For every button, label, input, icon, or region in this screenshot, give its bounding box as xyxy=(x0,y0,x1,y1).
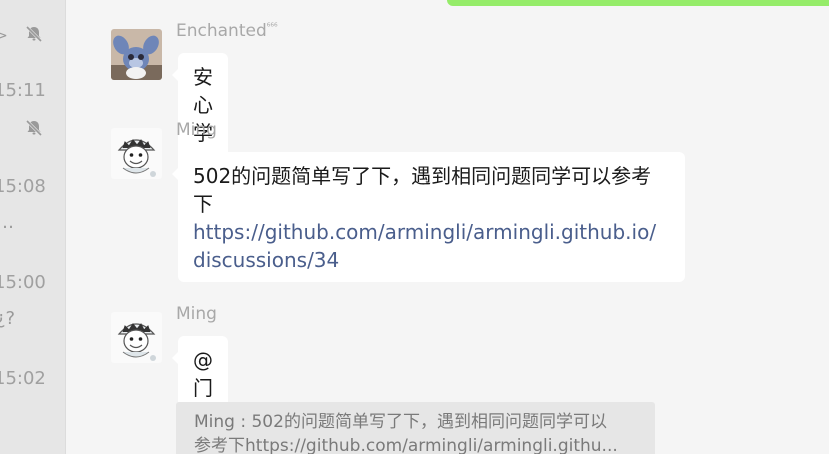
quote-text: Ming : 502的问题简单写了下，遇到相同问题同学可以 xyxy=(194,412,607,432)
chevron-icon: > xyxy=(0,28,8,44)
message-link[interactable]: discussions/34 xyxy=(193,246,670,274)
avatar[interactable] xyxy=(111,29,162,80)
message-area[interactable]: Enchanted⁶⁶⁶ 安心学习 Ming xyxy=(66,0,829,454)
sender-name: Enchanted⁶⁶⁶ xyxy=(176,21,278,41)
message-bubble[interactable]: 502的问题简单写了下，遇到相同问题同学可以参考 下 https://githu… xyxy=(172,152,685,282)
conversation-time: 15:00 xyxy=(0,272,46,293)
cartoon-boy-avatar-icon xyxy=(111,128,162,179)
message-link[interactable]: https://github.com/armingli/armingli.git… xyxy=(193,218,670,246)
conversation-time: 15:02 xyxy=(0,368,46,389)
conversation-list[interactable]: > 15:11 15:08 … 15:00 ¿? 15:02 xyxy=(0,0,66,454)
conversation-preview: ¿? xyxy=(0,308,16,329)
quoted-message[interactable]: Ming : 502的问题简单写了下，遇到相同问题同学可以 参考下https:/… xyxy=(176,402,655,454)
chat-window: > 15:11 15:08 … 15:00 ¿? 15:02 xyxy=(0,0,829,454)
sender-name: Ming xyxy=(176,304,217,324)
conversation-time: 15:11 xyxy=(0,80,46,101)
quote-text: 参考下https://github.com/armingli/armingli.… xyxy=(194,436,618,454)
message-text: 502的问题简单写了下，遇到相同问题同学可以参考 xyxy=(193,164,652,188)
sender-name: Ming xyxy=(176,120,217,140)
avatar[interactable] xyxy=(111,312,162,363)
message-text: 下 xyxy=(193,192,213,216)
stitch-plush-avatar-icon xyxy=(111,29,162,80)
cartoon-boy-avatar-icon xyxy=(111,312,162,363)
bell-off-icon xyxy=(25,119,43,137)
conversation-preview: … xyxy=(0,212,61,233)
own-message-bubble[interactable] xyxy=(447,0,829,6)
avatar[interactable] xyxy=(111,128,162,179)
bell-off-icon xyxy=(25,25,43,43)
conversation-time: 15:08 xyxy=(0,176,46,197)
